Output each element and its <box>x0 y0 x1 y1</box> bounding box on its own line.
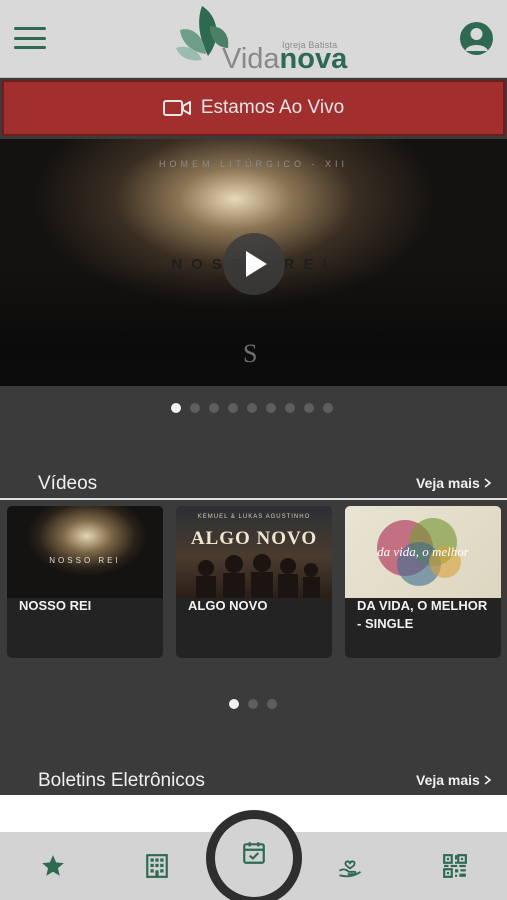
section-divider <box>0 498 507 500</box>
carousel-dot[interactable] <box>304 403 314 413</box>
video-card-title: NOSSO REI <box>19 598 92 613</box>
carousel-dot[interactable] <box>247 403 257 413</box>
videos-carousel-indicators <box>229 699 277 709</box>
carousel-dot[interactable] <box>228 403 238 413</box>
video-card[interactable]: da vida, o melhor DA VIDA, O MELHOR - SI… <box>345 506 501 658</box>
calendar-check-icon[interactable] <box>215 819 293 897</box>
logo-wordmark: Vidanova <box>222 43 348 75</box>
video-thumbnail: KEMUEL & LUKAS AGUSTINHO ALGO NOVO <box>176 506 332 598</box>
star-icon[interactable] <box>33 846 73 886</box>
carousel-dot[interactable] <box>323 403 333 413</box>
bulletins-see-more-link[interactable]: Veja mais <box>416 772 491 788</box>
live-now-label: Estamos Ao Vivo <box>200 97 345 118</box>
video-thumbnail: da vida, o melhor <box>345 506 501 598</box>
hamburger-menu-icon[interactable] <box>14 24 46 52</box>
video-thumbnail: NOSSO REI <box>7 506 163 598</box>
hand-heart-icon[interactable] <box>330 846 370 886</box>
hero-carousel-indicators <box>171 403 333 413</box>
hero-subtitle: HOMEM LITÚRGICO - XII <box>158 159 348 169</box>
video-camera-icon <box>162 100 191 116</box>
video-card[interactable]: KEMUEL & LUKAS AGUSTINHO ALGO NOVO ALGO … <box>176 506 332 658</box>
featured-video-banner[interactable]: HOMEM LITÚRGICO - XII NOSSO REI S <box>0 139 507 386</box>
building-icon[interactable] <box>137 846 177 886</box>
carousel-dot[interactable] <box>285 403 295 413</box>
play-icon[interactable] <box>223 233 285 295</box>
carousel-dot[interactable] <box>229 699 239 709</box>
carousel-dot[interactable] <box>266 403 276 413</box>
live-now-button[interactable]: Estamos Ao Vivo <box>2 80 505 136</box>
carousel-dot[interactable] <box>171 403 181 413</box>
chevron-right-icon <box>484 775 491 785</box>
chevron-right-icon <box>484 478 491 488</box>
video-card-title: DA VIDA, O MELHOR - SINGLE <box>357 598 488 631</box>
carousel-dot[interactable] <box>248 699 258 709</box>
carousel-dot[interactable] <box>190 403 200 413</box>
videos-see-more-link[interactable]: Veja mais <box>416 475 491 491</box>
bulletins-section-title: Boletins Eletrônicos <box>38 770 205 791</box>
account-circle-icon[interactable] <box>460 22 493 55</box>
qr-code-icon[interactable] <box>435 846 475 886</box>
hero-monogram: S <box>243 339 258 368</box>
carousel-dot[interactable] <box>209 403 219 413</box>
vidanova-logo: Igreja Batista Vidanova <box>172 4 347 74</box>
video-card[interactable]: NOSSO REI NOSSO REI <box>7 506 163 658</box>
video-card-title: ALGO NOVO <box>188 598 268 613</box>
carousel-dot[interactable] <box>267 699 277 709</box>
videos-section-title: Vídeos <box>38 473 98 494</box>
app-header: Igreja Batista Vidanova <box>0 0 507 78</box>
